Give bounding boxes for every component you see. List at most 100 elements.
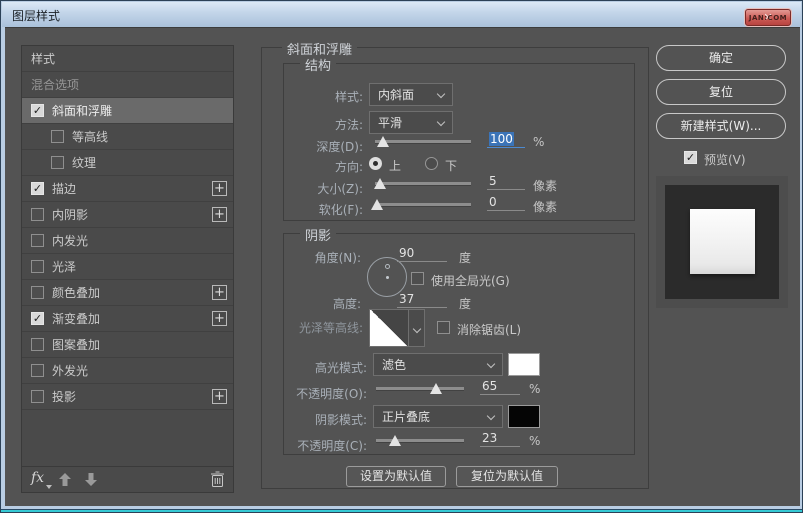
sidebar-item-8[interactable]: 内发光: [22, 228, 233, 254]
direction-down-radio[interactable]: [425, 157, 438, 170]
sidebar-item-4[interactable]: 等高线: [22, 124, 233, 150]
unchecked-checkbox[interactable]: [31, 286, 44, 299]
direction-up-radio[interactable]: [369, 157, 382, 170]
angle-dial[interactable]: [367, 257, 407, 297]
unchecked-checkbox[interactable]: [31, 390, 44, 403]
method-dropdown[interactable]: 平滑: [369, 111, 453, 134]
shadow-mode-dropdown[interactable]: 正片叠底: [373, 405, 503, 428]
fx-menu-button[interactable]: fx: [31, 470, 44, 486]
sidebar-item-13[interactable]: 外发光: [22, 358, 233, 384]
highlight-mode-dropdown[interactable]: 滤色: [373, 353, 503, 376]
angle-input[interactable]: 90: [397, 246, 447, 262]
unchecked-checkbox[interactable]: [31, 208, 44, 221]
sidebar-item-label: 内阴影: [52, 206, 88, 223]
sidebar-item-6[interactable]: ✓描边+: [22, 176, 233, 202]
delete-effect-button[interactable]: [210, 471, 225, 488]
set-default-button[interactable]: 设置为默认值: [346, 466, 446, 487]
unchecked-checkbox[interactable]: [31, 364, 44, 377]
anti-alias-checkbox[interactable]: [437, 321, 450, 334]
watermark: JAN:COM: [746, 14, 790, 22]
add-effect-instance-button[interactable]: +: [212, 389, 227, 404]
depth-input[interactable]: 100: [487, 132, 525, 148]
size-input[interactable]: 5: [487, 174, 525, 190]
shadow-mode-label: 阴影模式:: [271, 411, 367, 428]
sidebar-item-label: 颜色叠加: [52, 284, 100, 301]
angle-unit: 度: [459, 249, 471, 266]
slider-thumb[interactable]: [374, 178, 386, 189]
unchecked-checkbox[interactable]: [51, 130, 64, 143]
sidebar-item-1[interactable]: 样式: [22, 46, 233, 72]
depth-unit: %: [533, 135, 544, 149]
gloss-contour-thumbnail[interactable]: [369, 309, 409, 347]
altitude-input[interactable]: 37: [397, 292, 447, 308]
preview-label[interactable]: 预览(V): [704, 151, 746, 168]
direction-down-label[interactable]: 下: [445, 157, 457, 174]
highlight-opacity-slider[interactable]: [376, 382, 464, 396]
shadow-opacity-label: 不透明度(C):: [271, 437, 367, 454]
sidebar-item-label: 内发光: [52, 232, 88, 249]
sidebar-item-label: 等高线: [72, 128, 108, 145]
use-global-light-checkbox[interactable]: [411, 272, 424, 285]
reset-default-button[interactable]: 复位为默认值: [456, 466, 558, 487]
highlight-color-swatch[interactable]: [508, 353, 540, 376]
reset-button[interactable]: 复位: [656, 79, 786, 105]
soften-unit: 像素: [533, 198, 557, 215]
soften-slider[interactable]: [375, 198, 471, 212]
sidebar-item-3[interactable]: ✓斜面和浮雕: [22, 98, 233, 124]
depth-slider[interactable]: [375, 135, 471, 149]
slider-thumb[interactable]: [389, 435, 401, 446]
unchecked-checkbox[interactable]: [31, 260, 44, 273]
add-effect-instance-button[interactable]: +: [212, 207, 227, 222]
unchecked-checkbox[interactable]: [31, 338, 44, 351]
direction-label: 方向:: [283, 158, 363, 175]
add-effect-instance-button[interactable]: +: [212, 311, 227, 326]
dial-center-dot: [386, 276, 389, 279]
add-effect-instance-button[interactable]: +: [212, 285, 227, 300]
size-slider[interactable]: [375, 177, 471, 191]
close-button[interactable]: ✕ JAN:COM: [745, 9, 791, 26]
anti-alias-label[interactable]: 消除锯齿(L): [457, 321, 521, 338]
move-effect-up-button[interactable]: [58, 472, 72, 487]
chevron-down-icon: [437, 118, 445, 126]
slider-track: [375, 203, 471, 206]
preview-checkbox[interactable]: ✓: [684, 151, 697, 164]
style-value: 内斜面: [378, 86, 414, 103]
shadow-opacity-input[interactable]: 23: [480, 431, 520, 447]
highlight-mode-value: 滤色: [382, 356, 406, 373]
sidebar-item-10[interactable]: 颜色叠加 +: [22, 280, 233, 306]
style-dropdown[interactable]: 内斜面: [369, 83, 453, 106]
sidebar-item-5[interactable]: 纹理: [22, 150, 233, 176]
sidebar-item-9[interactable]: 光泽: [22, 254, 233, 280]
slider-thumb[interactable]: [371, 199, 383, 210]
move-effect-down-button[interactable]: [84, 472, 98, 487]
fx-caret-icon: [46, 485, 52, 489]
altitude-label: 高度:: [273, 295, 361, 312]
shadow-opacity-slider[interactable]: [376, 434, 464, 448]
gloss-contour-label: 光泽等高线:: [273, 319, 363, 336]
highlight-opacity-input[interactable]: 65: [480, 379, 520, 395]
titlebar[interactable]: 图层样式 ✕ JAN:COM: [2, 2, 801, 27]
add-effect-instance-button[interactable]: +: [212, 181, 227, 196]
sidebar-item-12[interactable]: 图案叠加: [22, 332, 233, 358]
size-unit: 像素: [533, 177, 557, 194]
sidebar-item-2[interactable]: 混合选项: [22, 72, 233, 98]
checked-checkbox[interactable]: ✓: [31, 182, 44, 195]
soften-input[interactable]: 0: [487, 195, 525, 211]
new-style-button[interactable]: 新建样式(W)...: [656, 113, 786, 139]
gloss-contour-dropdown[interactable]: [409, 309, 425, 347]
unchecked-checkbox[interactable]: [31, 234, 44, 247]
unchecked-checkbox[interactable]: [51, 156, 64, 169]
slider-thumb[interactable]: [377, 136, 389, 147]
ok-button[interactable]: 确定: [656, 45, 786, 71]
sidebar-item-14[interactable]: 投影+: [22, 384, 233, 410]
sidebar-item-7[interactable]: 内阴影 +: [22, 202, 233, 228]
styles-list: 样式混合选项✓斜面和浮雕等高线纹理✓描边+内阴影+内发光光泽颜色叠加+✓渐变叠加…: [21, 45, 234, 493]
sidebar-item-11[interactable]: ✓渐变叠加+: [22, 306, 233, 332]
slider-thumb[interactable]: [430, 383, 442, 394]
window-edge-line: [1, 509, 802, 510]
checked-checkbox[interactable]: ✓: [31, 312, 44, 325]
use-global-light-label[interactable]: 使用全局光(G): [431, 272, 510, 289]
direction-up-label[interactable]: 上: [389, 157, 401, 174]
shadow-color-swatch[interactable]: [508, 405, 540, 428]
checked-checkbox[interactable]: ✓: [31, 104, 44, 117]
